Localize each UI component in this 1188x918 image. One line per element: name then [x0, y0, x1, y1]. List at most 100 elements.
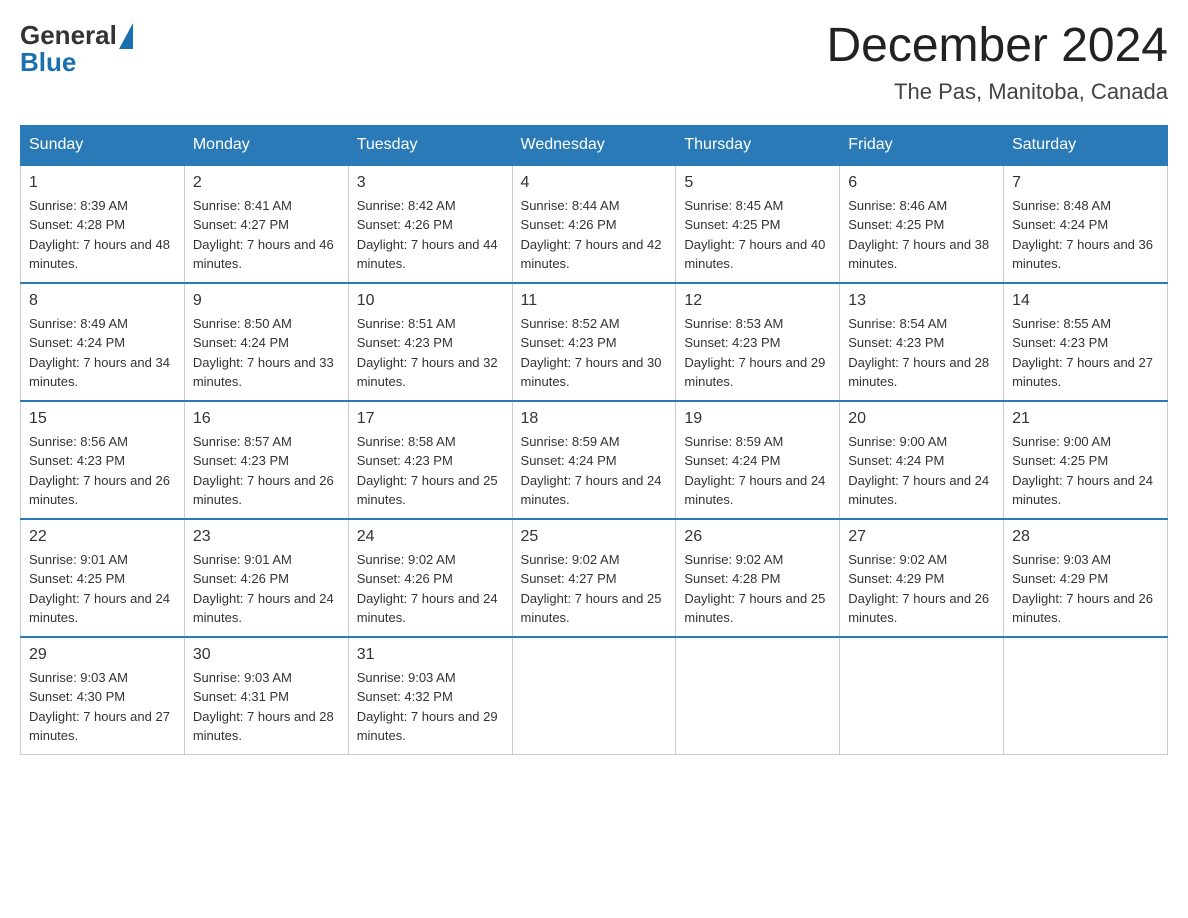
location-title: The Pas, Manitoba, Canada: [826, 79, 1168, 105]
day-number: 18: [521, 410, 668, 428]
calendar-cell: 28 Sunrise: 9:03 AM Sunset: 4:29 PM Dayl…: [1004, 519, 1168, 637]
calendar-cell: [512, 637, 676, 755]
day-info: Sunrise: 8:59 AM Sunset: 4:24 PM Dayligh…: [521, 432, 668, 510]
day-info: Sunrise: 8:59 AM Sunset: 4:24 PM Dayligh…: [684, 432, 831, 510]
calendar-cell: 25 Sunrise: 9:02 AM Sunset: 4:27 PM Dayl…: [512, 519, 676, 637]
day-number: 13: [848, 292, 995, 310]
day-number: 30: [193, 646, 340, 664]
day-info: Sunrise: 8:50 AM Sunset: 4:24 PM Dayligh…: [193, 314, 340, 392]
calendar-cell: 9 Sunrise: 8:50 AM Sunset: 4:24 PM Dayli…: [184, 283, 348, 401]
day-number: 5: [684, 174, 831, 192]
day-number: 12: [684, 292, 831, 310]
day-info: Sunrise: 8:55 AM Sunset: 4:23 PM Dayligh…: [1012, 314, 1159, 392]
day-info: Sunrise: 8:53 AM Sunset: 4:23 PM Dayligh…: [684, 314, 831, 392]
day-info: Sunrise: 8:57 AM Sunset: 4:23 PM Dayligh…: [193, 432, 340, 510]
calendar-cell: 12 Sunrise: 8:53 AM Sunset: 4:23 PM Dayl…: [676, 283, 840, 401]
calendar-table: SundayMondayTuesdayWednesdayThursdayFrid…: [20, 125, 1168, 755]
calendar-cell: 18 Sunrise: 8:59 AM Sunset: 4:24 PM Dayl…: [512, 401, 676, 519]
day-number: 1: [29, 174, 176, 192]
calendar-cell: 31 Sunrise: 9:03 AM Sunset: 4:32 PM Dayl…: [348, 637, 512, 755]
day-info: Sunrise: 9:00 AM Sunset: 4:24 PM Dayligh…: [848, 432, 995, 510]
calendar-week-row: 15 Sunrise: 8:56 AM Sunset: 4:23 PM Dayl…: [21, 401, 1168, 519]
day-info: Sunrise: 8:49 AM Sunset: 4:24 PM Dayligh…: [29, 314, 176, 392]
calendar-cell: 19 Sunrise: 8:59 AM Sunset: 4:24 PM Dayl…: [676, 401, 840, 519]
day-number: 17: [357, 410, 504, 428]
calendar-cell: 3 Sunrise: 8:42 AM Sunset: 4:26 PM Dayli…: [348, 165, 512, 283]
day-info: Sunrise: 9:01 AM Sunset: 4:25 PM Dayligh…: [29, 550, 176, 628]
weekday-header-sunday: Sunday: [21, 125, 185, 165]
day-info: Sunrise: 8:54 AM Sunset: 4:23 PM Dayligh…: [848, 314, 995, 392]
calendar-cell: [840, 637, 1004, 755]
logo-blue: Blue: [20, 47, 76, 78]
calendar-cell: 14 Sunrise: 8:55 AM Sunset: 4:23 PM Dayl…: [1004, 283, 1168, 401]
calendar-cell: 4 Sunrise: 8:44 AM Sunset: 4:26 PM Dayli…: [512, 165, 676, 283]
day-number: 6: [848, 174, 995, 192]
calendar-cell: 26 Sunrise: 9:02 AM Sunset: 4:28 PM Dayl…: [676, 519, 840, 637]
day-number: 11: [521, 292, 668, 310]
day-info: Sunrise: 8:52 AM Sunset: 4:23 PM Dayligh…: [521, 314, 668, 392]
day-info: Sunrise: 9:02 AM Sunset: 4:27 PM Dayligh…: [521, 550, 668, 628]
day-number: 16: [193, 410, 340, 428]
day-info: Sunrise: 9:01 AM Sunset: 4:26 PM Dayligh…: [193, 550, 340, 628]
day-number: 27: [848, 528, 995, 546]
day-number: 3: [357, 174, 504, 192]
calendar-cell: 5 Sunrise: 8:45 AM Sunset: 4:25 PM Dayli…: [676, 165, 840, 283]
calendar-cell: [1004, 637, 1168, 755]
weekday-header-friday: Friday: [840, 125, 1004, 165]
day-number: 28: [1012, 528, 1159, 546]
day-number: 4: [521, 174, 668, 192]
calendar-cell: 7 Sunrise: 8:48 AM Sunset: 4:24 PM Dayli…: [1004, 165, 1168, 283]
day-info: Sunrise: 9:02 AM Sunset: 4:29 PM Dayligh…: [848, 550, 995, 628]
weekday-header-saturday: Saturday: [1004, 125, 1168, 165]
day-number: 24: [357, 528, 504, 546]
day-info: Sunrise: 9:03 AM Sunset: 4:31 PM Dayligh…: [193, 668, 340, 746]
day-info: Sunrise: 8:39 AM Sunset: 4:28 PM Dayligh…: [29, 196, 176, 274]
calendar-cell: 29 Sunrise: 9:03 AM Sunset: 4:30 PM Dayl…: [21, 637, 185, 755]
day-number: 23: [193, 528, 340, 546]
title-section: December 2024 The Pas, Manitoba, Canada: [826, 20, 1168, 105]
day-number: 29: [29, 646, 176, 664]
weekday-header-wednesday: Wednesday: [512, 125, 676, 165]
weekday-header-tuesday: Tuesday: [348, 125, 512, 165]
day-number: 25: [521, 528, 668, 546]
day-info: Sunrise: 9:03 AM Sunset: 4:32 PM Dayligh…: [357, 668, 504, 746]
day-number: 15: [29, 410, 176, 428]
logo-triangle-icon: [119, 23, 133, 49]
day-number: 14: [1012, 292, 1159, 310]
calendar-cell: 2 Sunrise: 8:41 AM Sunset: 4:27 PM Dayli…: [184, 165, 348, 283]
day-info: Sunrise: 8:46 AM Sunset: 4:25 PM Dayligh…: [848, 196, 995, 274]
calendar-cell: [676, 637, 840, 755]
day-number: 9: [193, 292, 340, 310]
calendar-cell: 16 Sunrise: 8:57 AM Sunset: 4:23 PM Dayl…: [184, 401, 348, 519]
day-number: 19: [684, 410, 831, 428]
day-info: Sunrise: 8:51 AM Sunset: 4:23 PM Dayligh…: [357, 314, 504, 392]
calendar-week-row: 1 Sunrise: 8:39 AM Sunset: 4:28 PM Dayli…: [21, 165, 1168, 283]
weekday-header-thursday: Thursday: [676, 125, 840, 165]
calendar-cell: 15 Sunrise: 8:56 AM Sunset: 4:23 PM Dayl…: [21, 401, 185, 519]
day-info: Sunrise: 9:03 AM Sunset: 4:30 PM Dayligh…: [29, 668, 176, 746]
calendar-cell: 27 Sunrise: 9:02 AM Sunset: 4:29 PM Dayl…: [840, 519, 1004, 637]
day-number: 22: [29, 528, 176, 546]
day-number: 10: [357, 292, 504, 310]
month-title: December 2024: [826, 20, 1168, 73]
day-number: 26: [684, 528, 831, 546]
day-info: Sunrise: 9:02 AM Sunset: 4:26 PM Dayligh…: [357, 550, 504, 628]
day-number: 20: [848, 410, 995, 428]
weekday-header-monday: Monday: [184, 125, 348, 165]
calendar-cell: 30 Sunrise: 9:03 AM Sunset: 4:31 PM Dayl…: [184, 637, 348, 755]
calendar-week-row: 22 Sunrise: 9:01 AM Sunset: 4:25 PM Dayl…: [21, 519, 1168, 637]
day-info: Sunrise: 9:02 AM Sunset: 4:28 PM Dayligh…: [684, 550, 831, 628]
day-number: 7: [1012, 174, 1159, 192]
day-info: Sunrise: 8:44 AM Sunset: 4:26 PM Dayligh…: [521, 196, 668, 274]
calendar-cell: 21 Sunrise: 9:00 AM Sunset: 4:25 PM Dayl…: [1004, 401, 1168, 519]
day-info: Sunrise: 8:41 AM Sunset: 4:27 PM Dayligh…: [193, 196, 340, 274]
calendar-cell: 10 Sunrise: 8:51 AM Sunset: 4:23 PM Dayl…: [348, 283, 512, 401]
page-header: General Blue December 2024 The Pas, Mani…: [20, 20, 1168, 105]
calendar-cell: 6 Sunrise: 8:46 AM Sunset: 4:25 PM Dayli…: [840, 165, 1004, 283]
day-number: 8: [29, 292, 176, 310]
calendar-cell: 23 Sunrise: 9:01 AM Sunset: 4:26 PM Dayl…: [184, 519, 348, 637]
calendar-cell: 24 Sunrise: 9:02 AM Sunset: 4:26 PM Dayl…: [348, 519, 512, 637]
logo: General Blue: [20, 20, 133, 78]
calendar-cell: 20 Sunrise: 9:00 AM Sunset: 4:24 PM Dayl…: [840, 401, 1004, 519]
calendar-cell: 8 Sunrise: 8:49 AM Sunset: 4:24 PM Dayli…: [21, 283, 185, 401]
